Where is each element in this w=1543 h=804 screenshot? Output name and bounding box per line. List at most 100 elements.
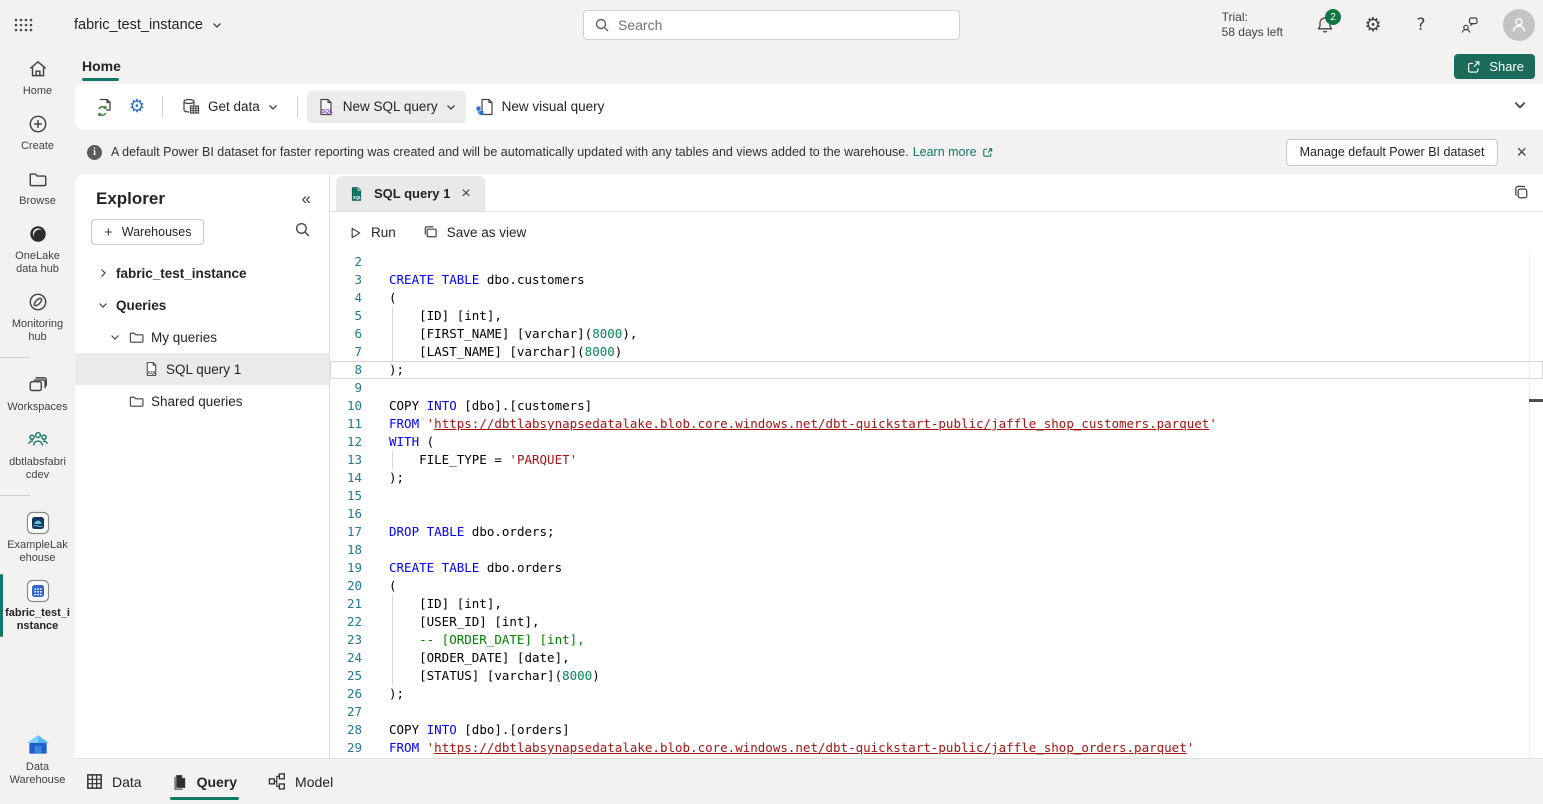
- search-icon: [594, 17, 610, 33]
- nav-rail-item-create[interactable]: Create: [0, 111, 75, 153]
- feedback-icon: [1459, 15, 1479, 35]
- svg-text:SQL: SQL: [321, 109, 333, 115]
- add-warehouses-button[interactable]: + Warehouses: [91, 219, 204, 245]
- tree-item-fabric-test-instance[interactable]: fabric_test_instance: [75, 257, 329, 289]
- query-settings-button[interactable]: ⚙: [121, 91, 153, 123]
- line-number: 6: [330, 325, 389, 343]
- view-tab-model[interactable]: Model: [265, 759, 335, 804]
- code-line[interactable]: 7 [LAST_NAME] [varchar](8000): [330, 343, 1543, 361]
- toolbar-divider: [297, 96, 298, 118]
- nav-rail-item-fabric-test-instance[interactable]: fabric_test_i nstance: [0, 578, 75, 633]
- code-line[interactable]: 29FROM 'https://dbtlabsynapsedatalake.bl…: [330, 739, 1543, 757]
- code-text: [STATUS] [varchar](8000): [389, 667, 600, 685]
- help-button[interactable]: ?: [1401, 5, 1441, 45]
- view-tab-query[interactable]: Query: [170, 759, 239, 804]
- line-number: 28: [330, 721, 389, 739]
- code-line[interactable]: 13 FILE_TYPE = 'PARQUET': [330, 451, 1543, 469]
- sql-code-area[interactable]: 23CREATE TABLE dbo.customers4(5 [ID] [in…: [330, 253, 1543, 758]
- nav-rail: Home Create Browse OneLake data hub Monitori…: [0, 50, 75, 804]
- code-line[interactable]: 26);: [330, 685, 1543, 703]
- search-input[interactable]: Search: [583, 10, 960, 40]
- code-line[interactable]: 24 [ORDER_DATE] [date],: [330, 649, 1543, 667]
- code-line[interactable]: 11FROM 'https://dbtlabsynapsedatalake.bl…: [330, 415, 1543, 433]
- new-query-refresh-button[interactable]: [89, 91, 121, 123]
- nav-rail-item-data-warehouse[interactable]: Data Warehouse: [0, 732, 75, 787]
- code-line[interactable]: 20(: [330, 577, 1543, 595]
- data-warehouse-icon: [25, 732, 51, 758]
- code-line[interactable]: 27: [330, 703, 1543, 721]
- code-line[interactable]: 3CREATE TABLE dbo.customers: [330, 271, 1543, 289]
- code-line[interactable]: 25 [STATUS] [varchar](8000): [330, 667, 1543, 685]
- tree-item-my-queries[interactable]: My queries: [75, 321, 329, 353]
- app-launcher-icon[interactable]: [0, 0, 46, 50]
- get-data-button[interactable]: Get data: [172, 91, 288, 123]
- tab-close-button[interactable]: ×: [459, 185, 472, 203]
- tree-item-sql-query-1[interactable]: SQLSQL query 1: [75, 353, 329, 385]
- nav-rail-item-workspaces[interactable]: Workspaces: [0, 372, 75, 414]
- run-button[interactable]: Run: [348, 225, 396, 241]
- code-line[interactable]: 10COPY INTO [dbo].[customers]: [330, 397, 1543, 415]
- feedback-button[interactable]: [1449, 5, 1489, 45]
- code-line[interactable]: 6 [FIRST_NAME] [varchar](8000),: [330, 325, 1543, 343]
- code-line[interactable]: 9: [330, 379, 1543, 397]
- nav-rail-item-monitoring-hub[interactable]: Monitoring hub: [0, 289, 75, 344]
- new-visual-query-button[interactable]: New visual query: [466, 91, 614, 123]
- tree-item-shared-queries[interactable]: Shared queries: [75, 385, 329, 417]
- code-line[interactable]: 18: [330, 541, 1543, 559]
- nav-rail-item-home[interactable]: Home: [0, 56, 75, 98]
- nav-rail-item-dbtlabsfabricdev[interactable]: dbtlabsfabri cdev: [0, 427, 75, 482]
- code-line[interactable]: 17DROP TABLE dbo.orders;: [330, 523, 1543, 541]
- code-line[interactable]: 21 [ID] [int],: [330, 595, 1543, 613]
- chevron-right-icon[interactable]: [96, 267, 110, 279]
- explorer-search-button[interactable]: [294, 221, 311, 243]
- indent-guide: [392, 307, 393, 325]
- nav-rail-item-examplelakehouse[interactable]: ExampleLak ehouse: [0, 510, 75, 565]
- code-line[interactable]: 2: [330, 253, 1543, 271]
- indent-guide: [392, 325, 393, 343]
- tree-item-label: Shared queries: [151, 394, 243, 409]
- manage-default-dataset-button[interactable]: Manage default Power BI dataset: [1286, 139, 1499, 166]
- line-number: 11: [330, 415, 389, 433]
- view-tab-data[interactable]: Data: [83, 759, 144, 804]
- line-number: 13: [330, 451, 389, 469]
- workspace-switcher[interactable]: fabric_test_instance: [74, 17, 223, 33]
- account-avatar[interactable]: [1503, 9, 1535, 41]
- banner-close-button[interactable]: ×: [1510, 141, 1533, 163]
- code-line[interactable]: 16: [330, 505, 1543, 523]
- line-number: 18: [330, 541, 389, 559]
- nav-rail-item-browse[interactable]: Browse: [0, 166, 75, 208]
- code-line[interactable]: 15: [330, 487, 1543, 505]
- notifications-button[interactable]: 2: [1305, 5, 1345, 45]
- code-line[interactable]: 5 [ID] [int],: [330, 307, 1543, 325]
- settings-button[interactable]: ⚙: [1353, 5, 1393, 45]
- new-sql-query-button[interactable]: SQL New SQL query: [307, 91, 466, 123]
- code-line[interactable]: 14);: [330, 469, 1543, 487]
- examplelakehouse-icon: [25, 510, 51, 536]
- code-line[interactable]: 12WITH (: [330, 433, 1543, 451]
- tab-sql-query-1[interactable]: SQL SQL query 1 ×: [336, 176, 485, 211]
- indent-guide: [392, 343, 393, 361]
- code-line[interactable]: 23 -- [ORDER_DATE] [int],: [330, 631, 1543, 649]
- line-number: 12: [330, 433, 389, 451]
- learn-more-link[interactable]: Learn more: [913, 145, 994, 159]
- editor-scrollbar[interactable]: [1529, 253, 1543, 758]
- code-line[interactable]: 4(: [330, 289, 1543, 307]
- copy-button[interactable]: [1512, 183, 1531, 207]
- tree-item-queries[interactable]: Queries: [75, 289, 329, 321]
- explorer-collapse-button[interactable]: «: [302, 189, 311, 209]
- code-line[interactable]: 28COPY INTO [dbo].[orders]: [330, 721, 1543, 739]
- ribbon-collapse-button[interactable]: [1513, 98, 1527, 117]
- code-line[interactable]: 19CREATE TABLE dbo.orders: [330, 559, 1543, 577]
- code-line[interactable]: 8);: [330, 361, 1543, 379]
- code-line[interactable]: 22 [USER_ID] [int],: [330, 613, 1543, 631]
- save-as-view-button[interactable]: Save as view: [422, 224, 527, 241]
- nav-rail-item-onelake-data-hub[interactable]: OneLake data hub: [0, 221, 75, 276]
- line-number: 25: [330, 667, 389, 685]
- chevron-down-icon[interactable]: [96, 299, 110, 311]
- query-editor: SQL SQL query 1 × Run: [330, 175, 1543, 758]
- line-number: 23: [330, 631, 389, 649]
- share-button[interactable]: Share: [1454, 54, 1535, 79]
- chevron-down-icon[interactable]: [108, 331, 122, 343]
- tab-home[interactable]: Home: [82, 54, 121, 78]
- view-tab-label: Query: [197, 774, 237, 790]
